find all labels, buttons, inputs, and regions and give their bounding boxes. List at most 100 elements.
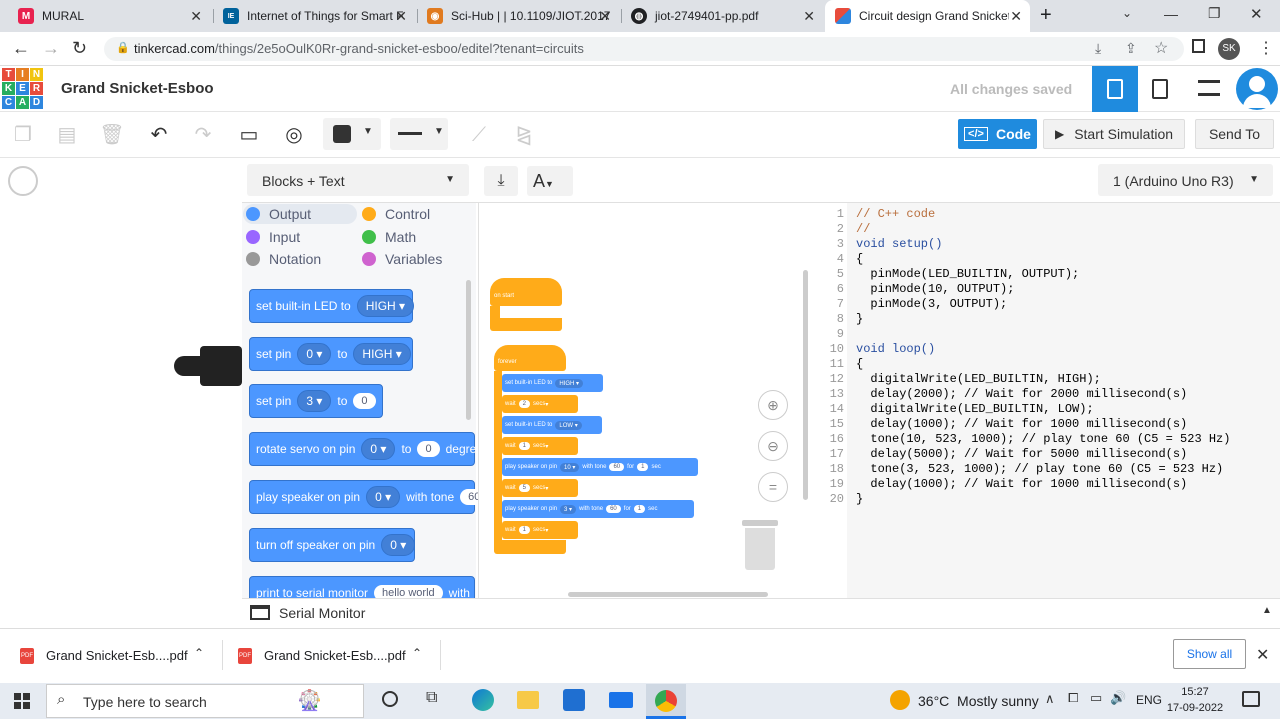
download-item-1[interactable]: Grand Snicket-Esb....pdf bbox=[46, 648, 188, 663]
bookmark-star-icon[interactable]: ☆ bbox=[1154, 38, 1168, 58]
task-view-icon[interactable]: ⧉ bbox=[426, 689, 437, 707]
design-title[interactable]: Grand Snicket-Esboo bbox=[61, 80, 214, 97]
code-line[interactable]: 5 pinMode(LED_BUILTIN, OUTPUT); bbox=[812, 267, 1280, 282]
sidepanel-icon[interactable] bbox=[1192, 39, 1205, 53]
component-list-icon[interactable] bbox=[1198, 80, 1220, 96]
send-to-button[interactable]: Send To bbox=[1195, 119, 1274, 149]
chevron-up-icon[interactable]: ⌃ bbox=[194, 646, 204, 660]
redo-icon[interactable]: ↷ bbox=[189, 121, 217, 149]
show-all-button[interactable]: Show all bbox=[1173, 639, 1246, 669]
on-start-block[interactable]: on start bbox=[490, 278, 562, 332]
circuit-canvas[interactable] bbox=[0, 158, 242, 628]
chevron-up-icon[interactable]: ▲ bbox=[1262, 605, 1272, 616]
rotate-icon[interactable]: ⟋ bbox=[465, 121, 493, 149]
close-icon[interactable]: ✕ bbox=[803, 8, 815, 25]
flip-icon[interactable]: ⧎ bbox=[510, 121, 538, 149]
block-set-builtin-led[interactable]: set built-in LED to HIGH ▾ bbox=[249, 289, 415, 323]
code-line[interactable]: 15 delay(1000); // Wait for 1000 millise… bbox=[812, 417, 1280, 432]
cortana-icon[interactable] bbox=[382, 691, 398, 707]
close-icon[interactable]: ✕ bbox=[190, 8, 202, 25]
file-explorer-icon[interactable] bbox=[517, 691, 539, 709]
code-line[interactable]: 11 { bbox=[812, 357, 1280, 372]
menu-icon[interactable]: ⋮ bbox=[1258, 38, 1274, 58]
download-item-2[interactable]: Grand Snicket-Esb....pdf bbox=[264, 648, 406, 663]
back-icon[interactable]: ← bbox=[12, 38, 30, 59]
taskbar-search[interactable]: ⌕ Type here to search 🎡 bbox=[46, 684, 364, 718]
trash-icon[interactable] bbox=[742, 520, 778, 570]
code-line[interactable]: 19 delay(1000); // Wait for 1000 millise… bbox=[812, 477, 1280, 492]
block-rotate-servo[interactable]: rotate servo on pin 0 ▾ to 0 degre bbox=[249, 432, 476, 466]
zoom-out-icon[interactable]: ⊖ bbox=[758, 431, 788, 461]
close-icon[interactable]: ✕ bbox=[599, 8, 611, 25]
serial-monitor-label[interactable]: Serial Monitor bbox=[279, 605, 365, 621]
clock-time[interactable]: 15:27 bbox=[1172, 686, 1218, 698]
browser-tab-tinkercad[interactable]: Circuit design Grand Snicket- ✕ bbox=[825, 0, 1030, 32]
code-line[interactable]: 10 void loop() bbox=[812, 342, 1280, 357]
mail-icon[interactable] bbox=[609, 692, 633, 708]
ws-set-led-low[interactable]: set built-in LED to LOW ▾ bbox=[502, 416, 602, 434]
copy-icon[interactable]: ❐ bbox=[9, 121, 37, 149]
workspace-vscrollbar[interactable] bbox=[803, 270, 808, 500]
circuit-view-button[interactable] bbox=[1092, 66, 1138, 112]
notifications-icon[interactable] bbox=[1242, 691, 1260, 707]
code-line[interactable]: 12 digitalWrite(LED_BUILTIN, HIGH); bbox=[812, 372, 1280, 387]
chrome-taskbar-button[interactable] bbox=[646, 684, 686, 719]
close-icon[interactable]: ✕ bbox=[395, 8, 407, 25]
chevron-up-icon[interactable]: ⌃ bbox=[412, 646, 422, 660]
code-line[interactable]: 6 pinMode(10, OUTPUT); bbox=[812, 282, 1280, 297]
share-icon[interactable]: ⇪ bbox=[1125, 40, 1137, 57]
ws-wait-1[interactable]: wait 1 secs ▾ bbox=[502, 437, 578, 455]
ws-set-led-high[interactable]: set built-in LED to HIGH ▾ bbox=[502, 374, 603, 392]
user-avatar[interactable] bbox=[1236, 68, 1278, 110]
close-downloads-icon[interactable]: ✕ bbox=[1256, 645, 1269, 665]
code-line[interactable]: 2 // bbox=[812, 222, 1280, 237]
ws-play-speaker-3[interactable]: play speaker on pin 3 ▾ with tone 60 for 1 sec bbox=[502, 500, 694, 518]
category-notation[interactable]: Notation bbox=[246, 251, 321, 267]
ws-wait-1b[interactable]: wait 1 secs ▾ bbox=[502, 521, 578, 539]
browser-tab-mural[interactable]: M MURAL ✕ bbox=[8, 0, 210, 32]
address-bar[interactable]: tinkercad.com/things/2e5oOulK0Rr-grand-s… bbox=[104, 37, 1184, 61]
serial-monitor-bar[interactable] bbox=[242, 598, 1280, 628]
ws-wait-5[interactable]: wait 5 secs ▾ bbox=[502, 479, 578, 497]
category-control[interactable]: Control bbox=[362, 206, 430, 222]
palette-scrollbar[interactable] bbox=[466, 280, 471, 420]
tab-search-icon[interactable]: ⌄ bbox=[1122, 6, 1132, 20]
device-select[interactable]: 1 (Arduino Uno R3) ▼ bbox=[1098, 164, 1273, 196]
font-size-icon[interactable]: A▼ bbox=[527, 166, 573, 196]
zoom-reset-icon[interactable]: = bbox=[758, 472, 788, 502]
block-turn-off-speaker[interactable]: turn off speaker on pin 0 ▾ bbox=[249, 528, 416, 562]
code-line[interactable]: 16 tone(10, 523, 1000); // play tone 60 … bbox=[812, 432, 1280, 447]
delete-icon[interactable]: 🗑 bbox=[98, 121, 126, 149]
category-math[interactable]: Math bbox=[362, 229, 416, 245]
ws-wait-2[interactable]: wait 2 secs ▾ bbox=[502, 395, 578, 413]
install-icon[interactable]: ⤓ bbox=[1095, 40, 1101, 57]
code-line[interactable]: 17 delay(5000); // Wait for 5000 millise… bbox=[812, 447, 1280, 462]
code-line[interactable]: 13 delay(2000); // Wait for 2000 millise… bbox=[812, 387, 1280, 402]
schematic-view-icon[interactable] bbox=[1152, 79, 1168, 99]
browser-tab-ieee[interactable]: IE Internet of Things for Smart F ✕ bbox=[213, 0, 415, 32]
code-line[interactable]: 14 digitalWrite(LED_BUILTIN, LOW); bbox=[812, 402, 1280, 417]
ws-play-speaker-10[interactable]: play speaker on pin 10 ▾ with tone 60 for 1 se… bbox=[502, 458, 698, 476]
workspace-hscrollbar[interactable] bbox=[568, 592, 768, 597]
language-indicator[interactable]: ENG bbox=[1136, 693, 1162, 707]
code-line[interactable]: 20} bbox=[812, 492, 1280, 507]
weather-icon[interactable] bbox=[890, 690, 910, 710]
battery-icon[interactable]: ▭ bbox=[1090, 690, 1102, 706]
chevron-up-icon[interactable]: ∧ bbox=[1045, 691, 1055, 707]
code-line[interactable]: 9 bbox=[812, 327, 1280, 342]
zoom-in-icon[interactable]: ⊕ bbox=[758, 390, 788, 420]
paste-icon[interactable]: ▤ bbox=[53, 121, 81, 149]
download-code-icon[interactable]: ⤓ bbox=[484, 166, 518, 196]
lock-icon[interactable]: 🔒 bbox=[116, 41, 130, 54]
network-icon[interactable]: ⧠ bbox=[1068, 690, 1078, 706]
wire-type-picker[interactable]: ▼ bbox=[390, 118, 448, 150]
close-icon[interactable]: ✕ bbox=[1010, 8, 1022, 25]
reload-icon[interactable]: ↻ bbox=[72, 38, 87, 59]
code-line[interactable]: 1 // C++ code bbox=[812, 207, 1280, 222]
start-simulation-button[interactable]: ▶ Start Simulation bbox=[1043, 119, 1185, 149]
new-tab-button[interactable]: + bbox=[1040, 4, 1052, 27]
code-line[interactable]: 18 tone(3, 523, 1000); // play tone 60 (… bbox=[812, 462, 1280, 477]
notes-icon[interactable]: ▭ bbox=[235, 121, 263, 149]
forward-icon[interactable]: → bbox=[42, 38, 60, 59]
code-line[interactable]: 3 void setup() bbox=[812, 237, 1280, 252]
